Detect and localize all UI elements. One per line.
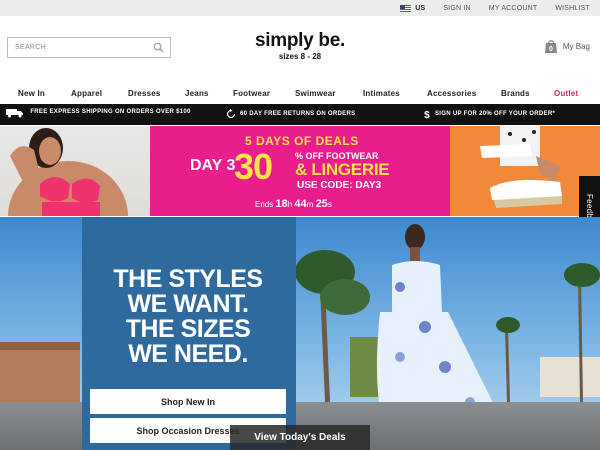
hero-headline-line-4: WE NEED. [128, 340, 248, 368]
nav-brands[interactable]: Brands [501, 89, 530, 98]
hero-headline-line-3: THE SIZES [125, 315, 251, 343]
hero-headline-line-2: WE WANT. [127, 290, 250, 318]
search-icon[interactable] [153, 42, 164, 53]
shop-new-in-button[interactable]: Shop New In [90, 389, 286, 414]
deal-day: DAY 3 [190, 157, 236, 174]
countdown-minutes: 44 [294, 198, 307, 210]
returns-icon [226, 109, 236, 119]
deals-promo-panel: 5 DAYS OF DEALS DAY 3 30 % OFF FOOTWEAR … [150, 126, 450, 216]
nav-outlet[interactable]: Outlet [554, 89, 578, 98]
deal-code: USE CODE: DAY3 [297, 180, 382, 191]
site-logo[interactable]: simply be. sizes 8 - 28 [240, 30, 360, 62]
promo-shipping[interactable]: FREE EXPRESS SHIPPING ON ORDERS OVER $10… [6, 108, 193, 118]
utility-bar: US SIGN IN MY ACCOUNT WISHLIST [0, 0, 600, 16]
lingerie-model-image [0, 126, 150, 216]
countdown-label: Ends [255, 200, 274, 209]
shopping-bag-icon: 0 [544, 40, 557, 53]
main-navigation: New In Apparel Dresses Jeans Footwear Sw… [0, 82, 600, 104]
nav-dresses[interactable]: Dresses [128, 89, 161, 98]
country-label: US [415, 4, 426, 12]
promo-signup-text: SIGN UP FOR 20% OFF YOUR ORDER* [435, 111, 556, 117]
nav-footwear[interactable]: Footwear [233, 89, 270, 98]
promo-strip: FREE EXPRESS SHIPPING ON ORDERS OVER $10… [0, 104, 600, 125]
countdown-minutes-unit: m [306, 200, 314, 209]
hero-banner[interactable]: THE STYLES WE WANT. THE SIZES WE NEED. S… [0, 217, 600, 450]
deal-off-line2: & LINGERIE [295, 160, 390, 179]
dollar-icon: $ [424, 110, 430, 119]
nav-accessories[interactable]: Accessories [427, 89, 476, 98]
us-flag-icon [400, 4, 412, 12]
deals-banner[interactable]: 5 DAYS OF DEALS DAY 3 30 % OFF FOOTWEAR … [0, 126, 600, 216]
country-selector[interactable]: US [400, 4, 426, 12]
nav-jeans[interactable]: Jeans [185, 89, 209, 98]
my-bag-button[interactable]: 0 My Bag [544, 39, 590, 54]
nav-intimates[interactable]: Intimates [363, 89, 400, 98]
countdown-seconds-unit: s [327, 200, 332, 209]
deal-countdown: Ends 18h 44m 25s [255, 198, 332, 210]
my-account-link[interactable]: MY ACCOUNT [489, 5, 538, 12]
promo-returns-text: 60 DAY FREE RETURNS ON ORDERS [240, 111, 356, 117]
svg-text:$: $ [424, 110, 430, 119]
site-header: simply be. sizes 8 - 28 0 My Bag [0, 16, 600, 82]
promo-returns[interactable]: 60 DAY FREE RETURNS ON ORDERS [226, 109, 355, 119]
countdown-hours-unit: h [287, 200, 293, 209]
countdown-hours: 18 [275, 198, 288, 210]
bag-count: 0 [549, 46, 553, 53]
promo-signup[interactable]: $ SIGN UP FOR 20% OFF YOUR ORDER* [423, 109, 555, 119]
deal-percent: 30 [234, 146, 273, 187]
search-box[interactable] [7, 37, 171, 58]
logo-tagline: sizes 8 - 28 [278, 52, 322, 61]
promo-shipping-text: FREE EXPRESS SHIPPING ON ORDERS OVER $10… [30, 109, 191, 115]
truck-icon [6, 109, 23, 118]
nav-apparel[interactable]: Apparel [71, 89, 102, 98]
hero-headline: THE STYLES WE WANT. THE SIZES WE NEED. [98, 267, 278, 367]
logo-name: simply be. [255, 30, 345, 51]
search-input[interactable] [15, 44, 150, 51]
view-todays-deals-button[interactable]: View Today's Deals [230, 425, 370, 450]
my-bag-label: My Bag [562, 42, 590, 51]
hero-headline-line-1: THE STYLES [113, 265, 263, 293]
countdown-seconds: 25 [315, 198, 328, 210]
nav-swimwear[interactable]: Swimwear [295, 89, 336, 98]
sign-in-link[interactable]: SIGN IN [443, 5, 470, 12]
sandals-image [450, 126, 600, 216]
wishlist-link[interactable]: WISHLIST [555, 5, 590, 12]
nav-new-in[interactable]: New In [18, 89, 45, 98]
